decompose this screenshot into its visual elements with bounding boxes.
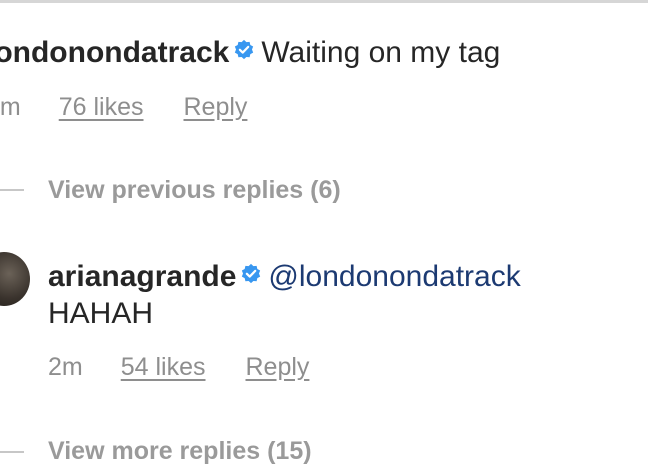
thread-line <box>0 451 24 453</box>
verified-badge-icon <box>240 258 262 294</box>
mention-link[interactable]: @londonondatrack <box>268 260 520 293</box>
top-divider <box>0 0 648 3</box>
reply-comment-username[interactable]: arianagrande <box>48 260 236 293</box>
reply-comment: arianagrande @londonondatrack <box>48 258 521 298</box>
view-more-replies-button[interactable]: View more replies (15) <box>48 436 312 466</box>
top-comment-meta: 2m 76 likes Reply <box>0 92 247 122</box>
top-comment-username[interactable]: londonondatrack <box>0 36 229 69</box>
reply-comment-body: HAHAH <box>48 296 153 332</box>
thread-line <box>0 189 24 191</box>
top-comment: londonondatrack Waiting on my tag <box>0 34 500 74</box>
reply-comment-likes-link[interactable]: 54 likes <box>121 353 206 381</box>
verified-badge-icon <box>233 34 255 70</box>
reply-comment-text: HAHAH <box>48 297 154 330</box>
reply-comment-meta: 2m 54 likes Reply <box>48 352 309 382</box>
top-comment-time: 2m <box>0 93 21 121</box>
top-comment-likes-link[interactable]: 76 likes <box>59 93 144 121</box>
top-comment-text: Waiting on my tag <box>261 35 501 69</box>
avatar[interactable] <box>0 252 30 306</box>
view-previous-replies-button[interactable]: View previous replies (6) <box>48 175 341 205</box>
reply-comment-reply-link[interactable]: Reply <box>246 353 310 381</box>
reply-comment-time: 2m <box>48 353 83 381</box>
top-comment-reply-link[interactable]: Reply <box>184 93 248 121</box>
